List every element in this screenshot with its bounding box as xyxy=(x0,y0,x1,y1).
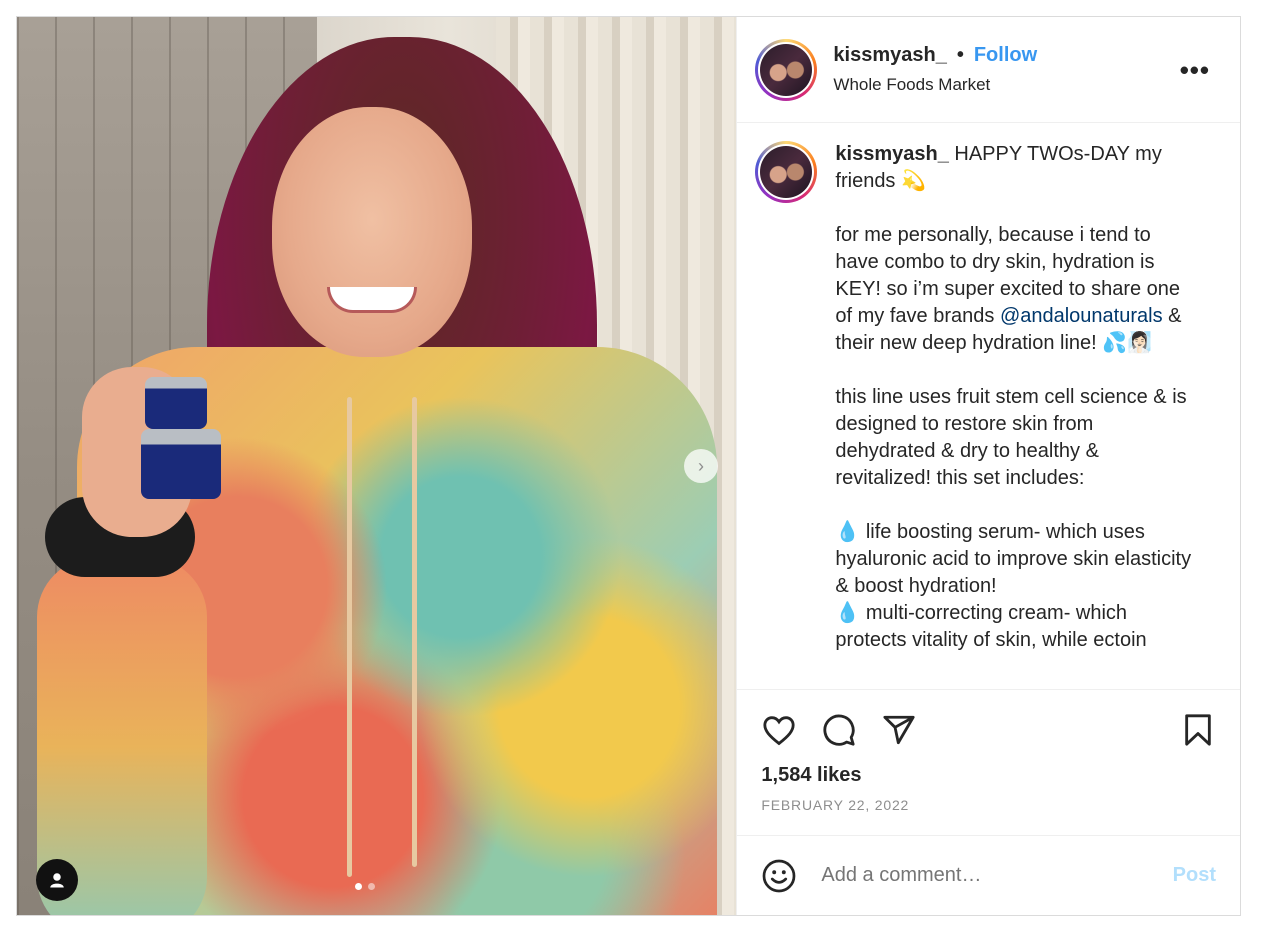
follow-button[interactable]: Follow xyxy=(974,44,1037,67)
bookmark-icon xyxy=(1185,714,1211,746)
separator-dot: • xyxy=(956,44,964,66)
post-photo[interactable]: › xyxy=(17,17,737,915)
caption-text: this line uses fruit stem cell science &… xyxy=(835,386,1187,489)
carousel-indicator xyxy=(355,883,375,890)
gel-cream-jar xyxy=(141,429,221,499)
more-options-icon[interactable]: ••• xyxy=(1180,55,1210,86)
like-button[interactable] xyxy=(761,712,797,748)
post-comment-button[interactable]: Post xyxy=(1173,864,1216,887)
avatar[interactable] xyxy=(755,38,818,101)
carousel-dot-active xyxy=(355,883,362,890)
action-bar xyxy=(761,708,1216,752)
smile xyxy=(327,287,417,313)
user-icon xyxy=(50,873,64,888)
caption-avatar[interactable] xyxy=(755,141,818,203)
post-header: kissmyash_ • Follow Whole Foods Market •… xyxy=(737,17,1240,123)
eye-cream-jar xyxy=(145,377,207,429)
caption-username-link[interactable]: kissmyash_ xyxy=(835,143,948,165)
caption: kissmyash_ HAPPY TWOs-DAY my friends 💫 f… xyxy=(835,141,1195,689)
post-date: FEBRUARY 22, 2022 xyxy=(761,797,910,813)
comment-icon xyxy=(823,714,855,746)
chevron-right-icon: › xyxy=(698,455,704,476)
post-details-panel: kissmyash_ • Follow Whole Foods Market •… xyxy=(736,17,1240,915)
caption-text: 💧 life boosting serum- which uses hyalur… xyxy=(835,521,1192,651)
comment-button[interactable] xyxy=(821,712,857,748)
tagged-users-button[interactable] xyxy=(36,859,78,901)
hoodie-cord xyxy=(347,397,352,877)
hoodie-cord xyxy=(412,397,417,867)
comments-section[interactable]: kissmyash_ HAPPY TWOs-DAY my friends 💫 f… xyxy=(737,123,1240,689)
save-button[interactable] xyxy=(1180,712,1216,748)
emoji-icon[interactable] xyxy=(761,858,797,894)
location-link[interactable]: Whole Foods Market xyxy=(833,75,1037,95)
likes-count[interactable]: 1,584 likes xyxy=(761,764,1216,787)
share-button[interactable] xyxy=(881,712,917,748)
actions-section: 1,584 likes FEBRUARY 22, 2022 xyxy=(737,689,1240,835)
carousel-next-button[interactable]: › xyxy=(684,449,718,483)
mention-link[interactable]: @andalounaturals xyxy=(1000,305,1163,327)
carousel-dot xyxy=(368,883,375,890)
add-comment-bar: Post xyxy=(737,835,1240,915)
post-card: › kissmyash_ • Follow Whole Foods Market… xyxy=(16,16,1241,916)
avatar-image xyxy=(760,43,813,96)
avatar-image xyxy=(760,146,813,198)
heart-icon xyxy=(763,716,795,746)
comment-input[interactable] xyxy=(821,864,1173,887)
username-link[interactable]: kissmyash_ xyxy=(833,44,946,67)
face xyxy=(272,107,472,357)
send-icon xyxy=(883,715,915,745)
